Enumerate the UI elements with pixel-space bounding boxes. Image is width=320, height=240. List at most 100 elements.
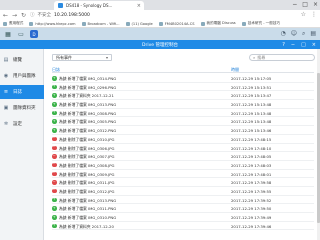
table-row[interactable]: + 為錶 新增了檔案 IMG_0313.PNG 2017-12-29 17:39:5… xyxy=(52,196,314,205)
bookmark-item[interactable]: http://www.hkepc.com xyxy=(29,21,76,26)
log-time: 2017-12-29 15:13:47 xyxy=(231,93,272,99)
sidebar-item-label: 設定 xyxy=(13,122,22,127)
log-time: 2017-12-29 17:39:52 xyxy=(231,197,272,203)
column-header-time[interactable]: 時間 xyxy=(231,67,239,73)
bookmark-item[interactable]: 應用程式 xyxy=(3,21,23,26)
help-icon[interactable]: ? xyxy=(282,42,285,48)
table-row[interactable]: − 為錶 刪除了檔案 IMG_0306.JPG 2017-12-29 17:48:1… xyxy=(52,144,314,153)
star-icon[interactable]: ☆ xyxy=(301,11,306,18)
table-row[interactable]: + 為錶 新增了檔案 IMG_0311.PNG 2017-12-29 17:39:5… xyxy=(52,204,314,213)
log-message: 為錶 新增了檔案 IMG_0314.PNG xyxy=(59,76,117,81)
sidebar-item[interactable]: ▣ 團隊資料夾 xyxy=(0,101,44,115)
table-row[interactable]: + 為錶 新增了檔案 IMG_0313.PNG 2017-12-29 15:13:4… xyxy=(52,100,314,109)
added-icon: + xyxy=(52,118,57,124)
sidebar-item-label: 團隊資料夾 xyxy=(13,106,36,111)
info-icon[interactable]: ⓘ xyxy=(30,12,35,18)
log-panel: 所有事件 ▾ ⌕ 搜尋 日誌 時間 + 為錶 新增了檔案 IMG_0314.PNG… xyxy=(44,49,320,240)
deleted-icon: − xyxy=(52,188,57,194)
bookmark-item[interactable]: 我的電腦 Discuss xyxy=(200,21,236,26)
table-row[interactable]: − 為錶 刪除了檔案 IMG_0307.JPG 2017-12-29 17:48:0… xyxy=(52,152,314,161)
maximize-icon[interactable]: □ xyxy=(301,42,306,48)
log-time: 2017-12-29 15:13:48 xyxy=(231,102,272,108)
log-time: 2017-12-29 17:39:49 xyxy=(231,215,272,220)
deleted-icon: − xyxy=(52,162,57,168)
sidebar-item[interactable]: ▤ 總覽 xyxy=(0,53,44,67)
log-message: 為錶 刪除了檔案 IMG_0306.JPG xyxy=(59,145,115,151)
reload-icon[interactable]: ↻ xyxy=(21,12,26,19)
bookmark-icon xyxy=(158,21,163,26)
filter-value: 所有事件 xyxy=(56,54,72,60)
log-time: 2017-12-29 17:39:50 xyxy=(231,206,272,212)
sidebar-item-label: 總覽 xyxy=(13,58,22,63)
table-row[interactable]: + 為錶 新增了檔案 IMG_0305.PNG 2017-12-29 15:13:4… xyxy=(52,117,314,127)
maximize-icon[interactable]: □ xyxy=(302,1,308,8)
bookmark-label: 技术研究 - 一般技巧 xyxy=(247,21,281,25)
bookmark-item[interactable]: Broadcom - Wifi... xyxy=(81,21,120,26)
log-time: 2017-12-29 15:13:48 xyxy=(231,119,272,125)
log-time: 2017-12-29 15:17:05 xyxy=(231,76,272,81)
close-window-icon[interactable]: × xyxy=(313,1,318,8)
url-field[interactable]: ⓘ 不安全 10.20.198:5000 xyxy=(30,11,280,19)
sidebar-item-label: 日誌 xyxy=(13,90,22,95)
deleted-icon: − xyxy=(52,179,57,185)
table-row[interactable]: − 為錶 刪除了檔案 IMG_0310.JPG 2017-12-29 17:48:1… xyxy=(52,135,314,144)
menu-icon[interactable]: ⋮ xyxy=(311,11,317,18)
tab-close-icon[interactable]: × xyxy=(137,3,141,9)
close-icon[interactable]: × xyxy=(312,42,316,48)
taskbar-right: ◔ ☺ ⌕ ▤ xyxy=(280,30,316,38)
bookmark-label: 應用程式 xyxy=(9,21,24,25)
deleted-icon: − xyxy=(52,171,57,177)
drive-app-icon[interactable]: D xyxy=(30,30,38,38)
url-text: 10.20.198:5000 xyxy=(54,12,90,18)
table-row[interactable]: − 為錶 刪除了檔案 IMG_0311.JPG 2017-12-29 17:39:5… xyxy=(52,178,314,187)
log-message: 為錶 刪除了檔案 IMG_0308.JPG xyxy=(59,162,115,168)
table-row[interactable]: + 為錶 新增了資料夾 2017-12-21 2017-12-29 15:13:47 xyxy=(52,91,314,101)
sidebar-item[interactable]: ✲ 設定 xyxy=(0,117,44,131)
toolbar-right: ☆ ⋮ xyxy=(301,11,317,18)
widgets-icon[interactable]: ▤ xyxy=(310,30,316,38)
sidebar: ▤ 總覽 ◉ 用戶與團隊 ≡ 日誌 ▣ 團隊資料夾 ✲ 設定 xyxy=(0,49,44,240)
sidebar-item[interactable]: ≡ 日誌 xyxy=(0,85,44,99)
log-icon: ≡ xyxy=(3,89,9,95)
table-row[interactable]: + 為錶 新增了檔案 IMG_0314.PNG 2017-12-29 15:17:0… xyxy=(52,74,314,83)
column-header-log[interactable]: 日誌 xyxy=(52,67,60,73)
log-time: 2017-12-29 17:39:58 xyxy=(231,180,272,186)
log-message: 為錶 新增了檔案 IMG_0308.PNG xyxy=(59,110,117,116)
user-icon[interactable]: ☺ xyxy=(291,30,297,38)
table-row[interactable]: + 為錶 新增了資料夾 2017-12-20 2017-12-29 17:39:46 xyxy=(52,222,314,231)
added-icon: + xyxy=(52,214,57,220)
log-time: 2017-12-29 17:48:05 xyxy=(231,154,272,160)
table-row[interactable]: + 為錶 新增了檔案 IMG_0310.PNG 2017-12-29 17:39:4… xyxy=(52,213,314,222)
table-row[interactable]: + 為錶 新增了檔案 IMG_0296.PNG 2017-12-29 15:13:5… xyxy=(52,83,314,92)
search-icon[interactable]: ⌕ xyxy=(302,30,305,38)
back-icon[interactable]: ← xyxy=(3,12,8,19)
table-row[interactable]: + 為錶 新增了檔案 IMG_0308.PNG 2017-12-29 15:13:4… xyxy=(52,109,314,118)
forward-icon[interactable]: → xyxy=(12,12,17,19)
log-message: 為錶 新增了檔案 IMG_0310.PNG xyxy=(59,215,117,220)
dsm-desktop: ▦ ▭ D ◔ ☺ ⌕ ▤ Drive 管理控制台 ? − □ × ▤ 總覽 ◉ 用戶… xyxy=(0,28,320,240)
notification-icon[interactable]: ◔ xyxy=(280,30,285,38)
added-icon: + xyxy=(52,101,57,107)
log-message: 為錶 新增了檔案 IMG_0296.PNG xyxy=(59,84,117,90)
minimize-icon[interactable]: − xyxy=(292,1,297,8)
bookmark-item[interactable]: 技术研究 - 一般技巧 xyxy=(241,21,281,26)
table-row[interactable]: − 為錶 刪除了檔案 IMG_0308.JPG 2017-12-29 17:48:0… xyxy=(52,161,314,170)
search-input[interactable]: ⌕ 搜尋 xyxy=(249,54,315,61)
table-row[interactable]: − 為錶 刪除了檔案 IMG_0309.JPG 2017-12-29 17:48:0… xyxy=(52,170,314,179)
table-row[interactable]: − 為錶 刪除了檔案 IMG_0312.JPG 2017-12-29 17:39:5… xyxy=(52,187,314,196)
log-time: 2017-12-29 17:39:46 xyxy=(231,223,272,229)
event-filter-select[interactable]: 所有事件 ▾ xyxy=(52,54,112,61)
log-time: 2017-12-29 17:39:55 xyxy=(231,188,272,194)
bookmark-icon xyxy=(3,21,7,26)
bookmark-item[interactable]: (11) Google xyxy=(125,21,153,26)
show-desktop-icon[interactable]: ▭ xyxy=(17,30,25,38)
table-row[interactable]: + 為錶 新增了檔案 IMG_0312.PNG 2017-12-29 15:13:4… xyxy=(52,126,314,135)
sidebar-item[interactable]: ◉ 用戶與團隊 xyxy=(0,69,44,83)
bookmark-item[interactable]: FM4B02014A-CS xyxy=(158,21,195,26)
bookmark-icon xyxy=(29,21,34,26)
minimize-icon[interactable]: − xyxy=(291,42,295,48)
browser-tab[interactable]: DS418 - Synology DS... × xyxy=(54,1,144,10)
bookmark-icon xyxy=(200,21,205,26)
main-menu-icon[interactable]: ▦ xyxy=(4,30,12,38)
log-message: 為錶 新增了檔案 IMG_0313.PNG xyxy=(59,197,117,203)
